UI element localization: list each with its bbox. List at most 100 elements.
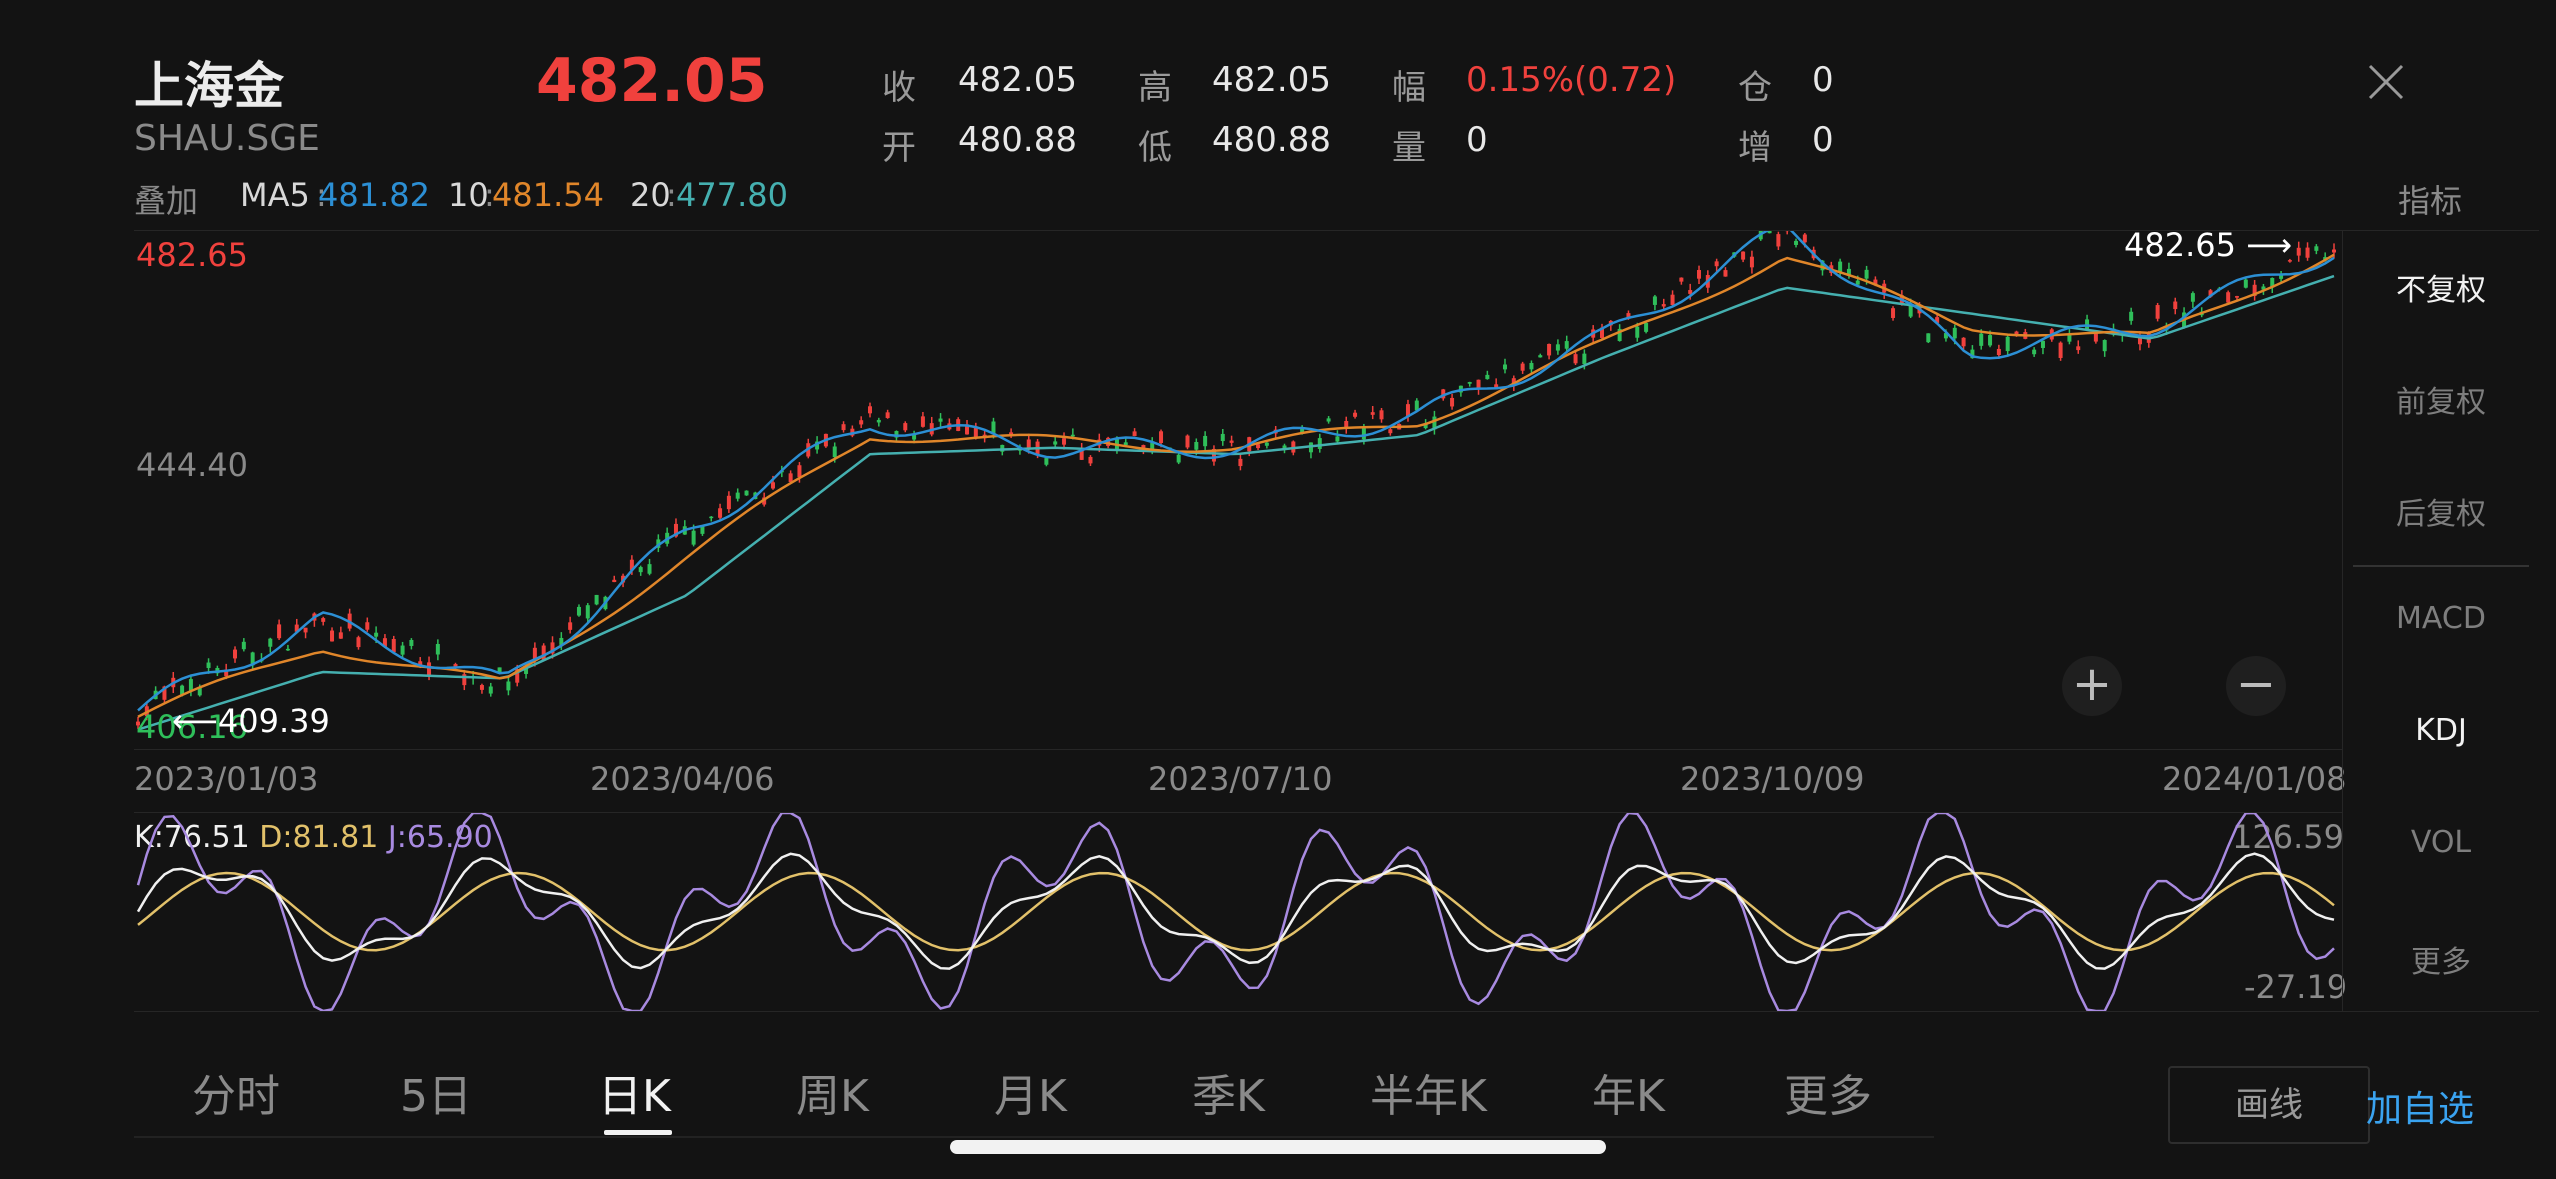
candle-body xyxy=(285,648,290,651)
sidebar-item-forward-adjust[interactable]: 前复权 xyxy=(2343,377,2539,421)
candle-body xyxy=(374,632,379,637)
candle-body xyxy=(1053,441,1058,445)
candle-body xyxy=(2226,292,2231,303)
candle-body xyxy=(691,530,696,545)
quote-label-position: 仓 xyxy=(1738,68,1772,108)
candle-body xyxy=(1132,431,1137,437)
candle-body xyxy=(647,564,652,574)
candle-body xyxy=(427,662,432,676)
tab-more[interactable]: 更多 xyxy=(1784,1060,1872,1124)
candle-body xyxy=(2076,346,2081,351)
candle-body xyxy=(365,622,370,630)
sidebar-item-more[interactable]: 更多 xyxy=(2343,937,2539,981)
candle-body xyxy=(1326,418,1331,422)
candle-body xyxy=(1564,341,1569,349)
candle-body xyxy=(1088,456,1093,464)
sidebar-item-backward-adjust[interactable]: 后复权 xyxy=(2343,489,2539,533)
candle-body xyxy=(2234,296,2239,298)
low-marker: ⟵409.39 xyxy=(172,702,330,740)
candle-body xyxy=(268,638,273,647)
candle-body xyxy=(709,516,714,519)
active-tab-indicator xyxy=(604,1130,672,1135)
sidebar-item-vol[interactable]: VOL xyxy=(2343,825,2539,860)
candle-body xyxy=(356,637,361,648)
candle-body xyxy=(1220,433,1225,442)
quote-value-close: 482.05 xyxy=(958,60,1077,100)
candle-body xyxy=(391,638,396,653)
tab-halfyear-k[interactable]: 半年K xyxy=(1370,1060,1487,1124)
candle-body xyxy=(1264,442,1269,446)
kdj-chart[interactable] xyxy=(134,811,2342,1013)
candle-body xyxy=(2005,336,2010,352)
tab-yearly-k[interactable]: 年K xyxy=(1592,1060,1665,1124)
sidebar-divider xyxy=(2353,565,2529,567)
sidebar-item-macd[interactable]: MACD xyxy=(2343,601,2539,636)
sidebar-item-kdj[interactable]: KDJ xyxy=(2343,713,2539,748)
candle-body xyxy=(1996,348,2001,355)
kdj-k-line xyxy=(136,852,2335,970)
zoom-out-button[interactable]: − xyxy=(2226,656,2286,716)
candle-body xyxy=(585,605,590,619)
tab-intraday[interactable]: 分时 xyxy=(192,1060,280,1124)
date-label-3: 2023/07/10 xyxy=(1148,760,1333,798)
candle-body xyxy=(1952,327,1957,339)
candle-body xyxy=(241,641,246,650)
price-max-label: 482.65 xyxy=(136,236,248,274)
price-chart-svg xyxy=(136,215,2336,731)
indicator-button[interactable]: 指标 xyxy=(2398,176,2462,222)
candle-body xyxy=(1547,343,1552,356)
candle-body xyxy=(841,424,846,431)
candle-body xyxy=(2040,340,2045,348)
close-icon xyxy=(2368,64,2404,100)
tab-divider xyxy=(134,1136,1934,1138)
ma5-value: 481.82 xyxy=(318,176,430,214)
tab-daily-k[interactable]: 日K xyxy=(598,1060,671,1124)
date-label-2: 2023/04/06 xyxy=(590,760,775,798)
candle-body xyxy=(321,618,326,622)
ma5-label: MA5 xyxy=(240,176,310,214)
candle-body xyxy=(876,419,881,423)
ma20-label: 20 xyxy=(630,176,671,214)
draw-line-button[interactable]: 画线 xyxy=(2168,1066,2370,1144)
candle-body xyxy=(409,639,414,646)
candle-body xyxy=(2332,249,2336,253)
candle-body xyxy=(1026,439,1031,448)
candle-body xyxy=(744,490,749,496)
candle-body xyxy=(576,606,581,616)
candle-body xyxy=(188,679,193,691)
candle-body xyxy=(1159,431,1164,444)
tab-quarterly-k[interactable]: 季K xyxy=(1192,1060,1265,1124)
tab-5day[interactable]: 5日 xyxy=(400,1060,472,1124)
ma5-line xyxy=(137,224,2335,712)
zoom-in-button[interactable]: + xyxy=(2062,656,2122,716)
tab-monthly-k[interactable]: 月K xyxy=(994,1060,1067,1124)
home-indicator xyxy=(950,1140,1606,1154)
candle-body xyxy=(1185,435,1190,448)
candle-body xyxy=(770,482,775,489)
candle-body xyxy=(2296,247,2301,256)
tab-weekly-k[interactable]: 周K xyxy=(796,1060,869,1124)
sidebar-item-no-adjust[interactable]: 不复权 xyxy=(2343,265,2539,309)
candlestick-chart[interactable] xyxy=(134,215,2342,750)
add-to-watchlist-button[interactable]: 加自选 xyxy=(2366,1080,2474,1132)
quote-value-low: 480.88 xyxy=(1212,120,1331,160)
candle-body xyxy=(1926,333,1931,343)
candle-body xyxy=(1203,435,1208,447)
candle-body xyxy=(1379,410,1384,420)
candle-body xyxy=(718,508,723,518)
candle-body xyxy=(1502,364,1507,370)
candle-body xyxy=(1229,440,1234,443)
kdj-d-line xyxy=(137,871,2335,952)
overlay-button[interactable]: 叠加 xyxy=(134,176,198,222)
close-button[interactable] xyxy=(2360,56,2412,108)
high-marker: 482.65 ⟶ xyxy=(2124,226,2293,264)
candle-body xyxy=(832,446,837,458)
candle-body xyxy=(1555,344,1560,351)
candle-body xyxy=(2155,305,2160,319)
candle-body xyxy=(1070,434,1075,437)
candle-body xyxy=(1644,322,1649,332)
candle-body xyxy=(1697,270,1702,279)
quote-value-position: 0 xyxy=(1812,60,1834,100)
candle-body xyxy=(1361,428,1366,440)
candle-body xyxy=(2173,301,2178,310)
